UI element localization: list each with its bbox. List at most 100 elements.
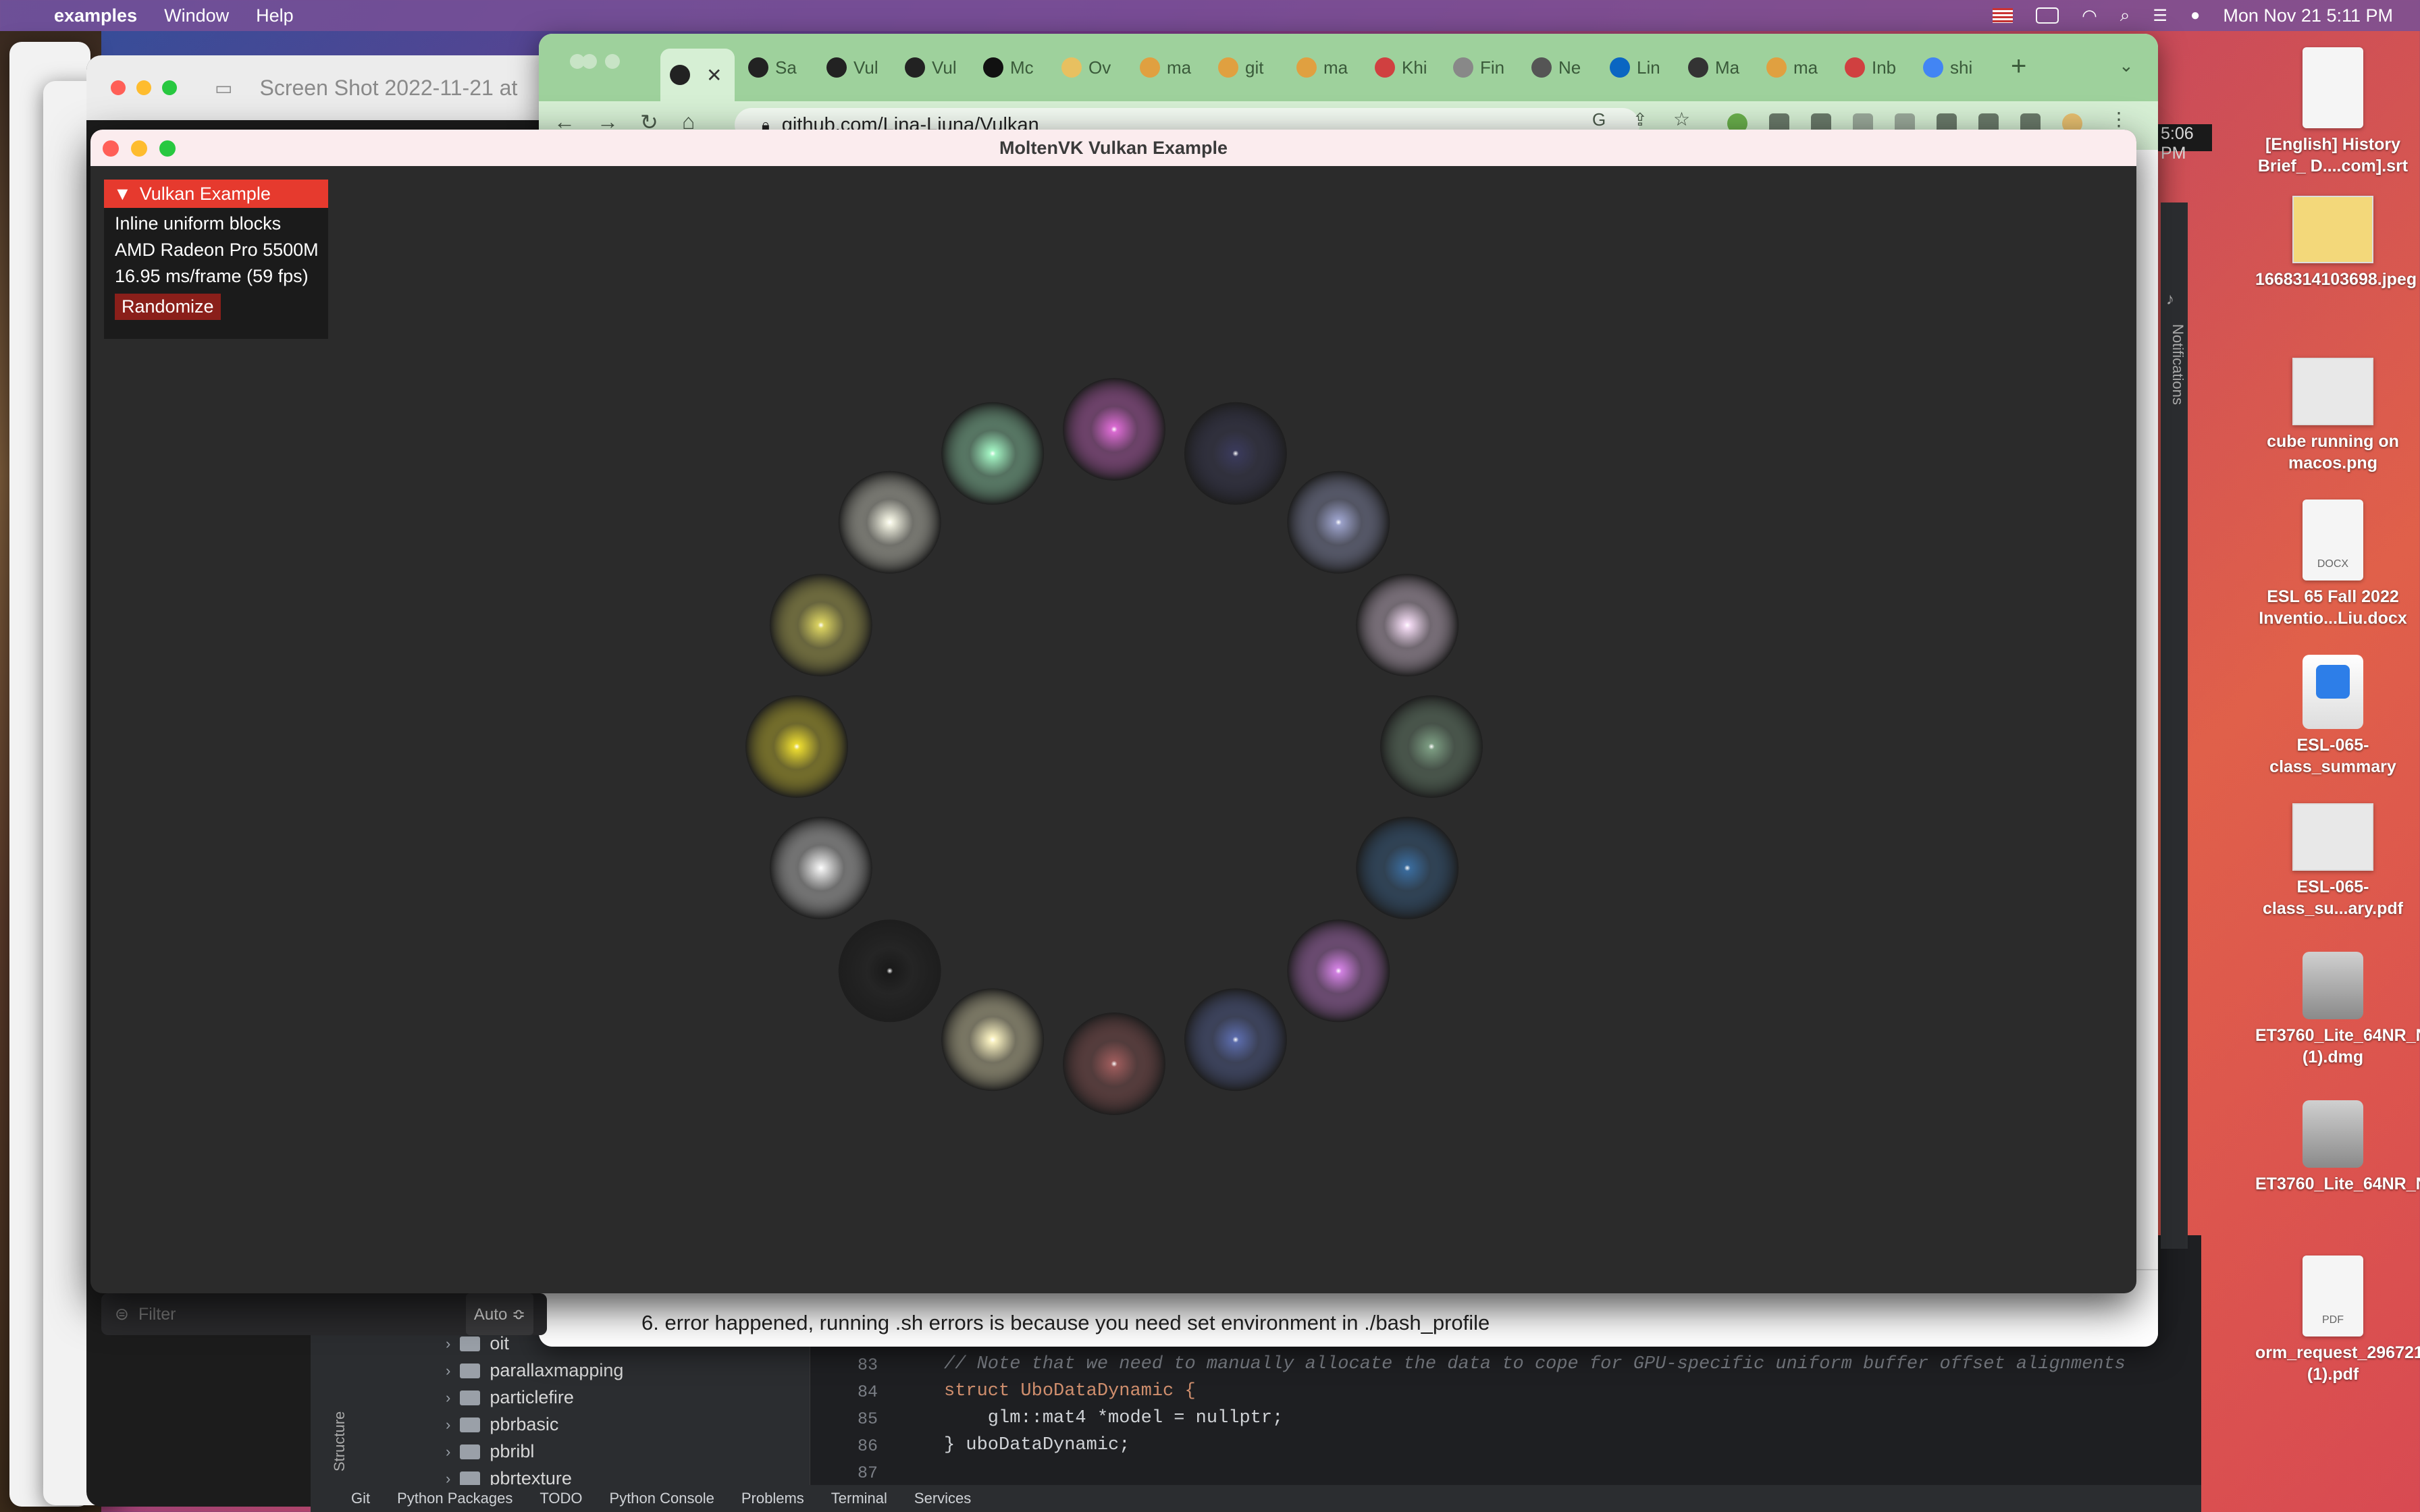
tree-item[interactable]: particlefire	[490, 1387, 574, 1408]
app-menu[interactable]: examples	[54, 5, 137, 26]
tab-10[interactable]: Ne	[1531, 46, 1581, 89]
close-icon[interactable]	[103, 140, 119, 157]
preview-title: Screen Shot 2022-11-21 at	[259, 75, 518, 100]
desktop-icon[interactable]: [English] History Brief_ D....com].srt	[2255, 47, 2411, 177]
minimize-icon[interactable]	[131, 140, 147, 157]
wifi-icon[interactable]: ◠	[2082, 5, 2097, 26]
menu-bar: examples Window Help ◠ ⌕ ☰ ● Mon Nov 21 …	[0, 0, 2420, 31]
tab-14[interactable]: Inb	[1845, 46, 1896, 89]
line-number: 87	[857, 1463, 878, 1483]
desktop-icon[interactable]: 1668314103698.jpeg	[2255, 196, 2417, 290]
favicon-icon	[1610, 57, 1630, 78]
tab-1[interactable]: Vul	[826, 46, 878, 89]
tool-tab-git[interactable]: Git	[351, 1490, 370, 1507]
github-icon	[670, 65, 690, 85]
control-center-icon[interactable]: ☰	[2153, 6, 2167, 26]
favicon-icon	[1375, 57, 1395, 78]
search-icon[interactable]: ⌕	[2120, 5, 2130, 26]
favicon-icon	[826, 57, 847, 78]
tab-4[interactable]: Ov	[1061, 46, 1111, 89]
tool-tab-todo[interactable]: TODO	[540, 1490, 582, 1507]
tab-15[interactable]: shi	[1923, 46, 1972, 89]
randomize-button[interactable]: Randomize	[115, 294, 221, 320]
structure-tab[interactable]: Structure	[331, 1411, 348, 1472]
menu-help[interactable]: Help	[256, 5, 294, 26]
minimize-icon[interactable]	[136, 80, 151, 95]
minimize-icon[interactable]	[582, 54, 597, 69]
tab-11[interactable]: Lin	[1610, 46, 1660, 89]
tab-0[interactable]: Sa	[748, 46, 797, 89]
tool-tab-terminal[interactable]: Terminal	[831, 1490, 887, 1507]
zoom-icon[interactable]	[605, 54, 620, 69]
chevron-right-icon[interactable]: ›	[446, 1362, 450, 1380]
menu-window[interactable]: Window	[164, 5, 229, 26]
desktop-icon[interactable]: ET3760_Lite_64NR_NA.dmg	[2255, 1100, 2420, 1195]
rendered-sphere	[1184, 402, 1287, 505]
close-tab-icon[interactable]: ✕	[706, 64, 722, 86]
tree-item[interactable]: pbrbasic	[490, 1414, 558, 1435]
tab-13[interactable]: ma	[1766, 46, 1818, 89]
close-icon[interactable]	[111, 80, 126, 95]
sidebar-toggle-icon[interactable]: ▭	[215, 77, 232, 99]
image-thumbnail	[2292, 196, 2373, 263]
flag-icon[interactable]	[1993, 8, 2014, 23]
code-line: } uboDataDynamic;	[944, 1435, 1130, 1455]
document-icon: DOCX	[2303, 500, 2363, 580]
desktop-icon[interactable]: ESL-065-class_su...ary.pdf	[2255, 803, 2411, 919]
battery-icon[interactable]	[2036, 7, 2059, 24]
tab-5[interactable]: ma	[1140, 46, 1191, 89]
chevron-right-icon[interactable]: ›	[446, 1416, 450, 1434]
tab-7[interactable]: ma	[1296, 46, 1348, 89]
overlay-header[interactable]: ▼ Vulkan Example	[104, 180, 328, 208]
desktop-icon[interactable]: DOCX ESL 65 Fall 2022 Inventio...Liu.docx	[2255, 500, 2411, 629]
zoom-icon[interactable]	[159, 140, 176, 157]
document-icon: PDF	[2303, 1256, 2363, 1336]
image-thumbnail	[2292, 803, 2373, 871]
chevron-right-icon[interactable]: ›	[446, 1443, 450, 1461]
favicon-icon	[1923, 57, 1943, 78]
image-thumbnail	[2292, 358, 2373, 425]
auto-select[interactable]: Auto ≎	[466, 1293, 533, 1335]
desktop-icon-label: ET3760_Lite_64NR_NA.dmg	[2255, 1174, 2420, 1193]
tool-tab-problems[interactable]: Problems	[741, 1490, 804, 1507]
tool-tab-services[interactable]: Services	[914, 1490, 971, 1507]
tab-active[interactable]: ✕	[660, 49, 735, 101]
desktop-icon[interactable]: ESL-065-class_summary	[2255, 655, 2411, 778]
siri-icon[interactable]: ●	[2190, 6, 2201, 25]
tree-item[interactable]: pbribl	[490, 1441, 534, 1462]
tool-tab-python-console[interactable]: Python Console	[610, 1490, 714, 1507]
notifications-panel[interactable]: ♪ Notifications	[2161, 202, 2188, 1249]
desktop-icon[interactable]: PDF orm_request_296721082...v (1).pdf	[2255, 1256, 2420, 1385]
tab-12[interactable]: Ma	[1688, 46, 1739, 89]
notification-bell-icon[interactable]: ♪	[2166, 290, 2174, 309]
tab-label: Ov	[1088, 57, 1111, 78]
tab-8[interactable]: Khi	[1375, 46, 1427, 89]
desktop-icon[interactable]: ET3760_Lite_64NR_NA (1).dmg	[2255, 952, 2420, 1068]
share-icon[interactable]: ⇪	[1633, 109, 1653, 130]
render-viewport[interactable]	[90, 166, 2136, 1293]
tab-9[interactable]: Fin	[1453, 46, 1504, 89]
tree-item[interactable]: oit	[490, 1333, 509, 1354]
bookmark-star-icon[interactable]: ☆	[1673, 108, 1693, 130]
folder-icon	[460, 1444, 481, 1459]
chevron-right-icon[interactable]: ›	[446, 1389, 450, 1407]
tab-6[interactable]: git	[1218, 46, 1263, 89]
chevron-right-icon[interactable]: ›	[446, 1335, 450, 1353]
google-icon[interactable]: G	[1592, 109, 1612, 130]
tab-2[interactable]: Vul	[905, 46, 957, 89]
more-icon[interactable]: ⋮	[2109, 108, 2130, 130]
desktop-icon[interactable]: cube running on macos.png	[2255, 358, 2411, 474]
rendered-sphere	[745, 695, 848, 798]
rendered-sphere	[1356, 574, 1459, 677]
chevron-down-icon[interactable]: ⌄	[2119, 55, 2134, 76]
file-type-tag: DOCX	[2317, 558, 2349, 570]
new-tab-button[interactable]: +	[2011, 51, 2026, 82]
tool-tab-python-packages[interactable]: Python Packages	[397, 1490, 512, 1507]
desktop-icon-label: orm_request_296721082...v (1).pdf	[2255, 1343, 2420, 1384]
zoom-icon[interactable]	[162, 80, 177, 95]
overlay-line: 16.95 ms/frame (59 fps)	[115, 266, 309, 286]
clock[interactable]: Mon Nov 21 5:11 PM	[2223, 5, 2393, 26]
overlay-line: Inline uniform blocks	[115, 213, 282, 234]
tree-item[interactable]: parallaxmapping	[490, 1360, 623, 1381]
tab-3[interactable]: Mc	[983, 46, 1034, 89]
